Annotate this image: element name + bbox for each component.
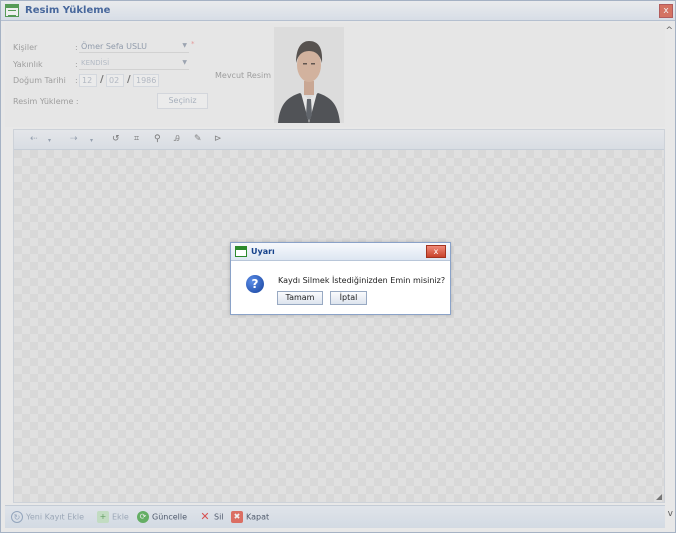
- dialog-message: Kaydı Silmek İstediğinizden Emin misiniz…: [278, 276, 446, 285]
- dialog-titlebar: Uyarı x: [231, 243, 450, 261]
- iptal-button[interactable]: İptal: [330, 291, 367, 305]
- dialog-window-icon: [235, 246, 247, 257]
- uyari-dialog: Uyarı x ? Kaydı Silmek İstediğinizden Em…: [230, 242, 451, 315]
- dialog-title: Uyarı: [251, 247, 275, 256]
- tamam-button[interactable]: Tamam: [277, 291, 323, 305]
- dialog-close-button[interactable]: x: [426, 245, 446, 258]
- question-icon: ?: [246, 275, 264, 293]
